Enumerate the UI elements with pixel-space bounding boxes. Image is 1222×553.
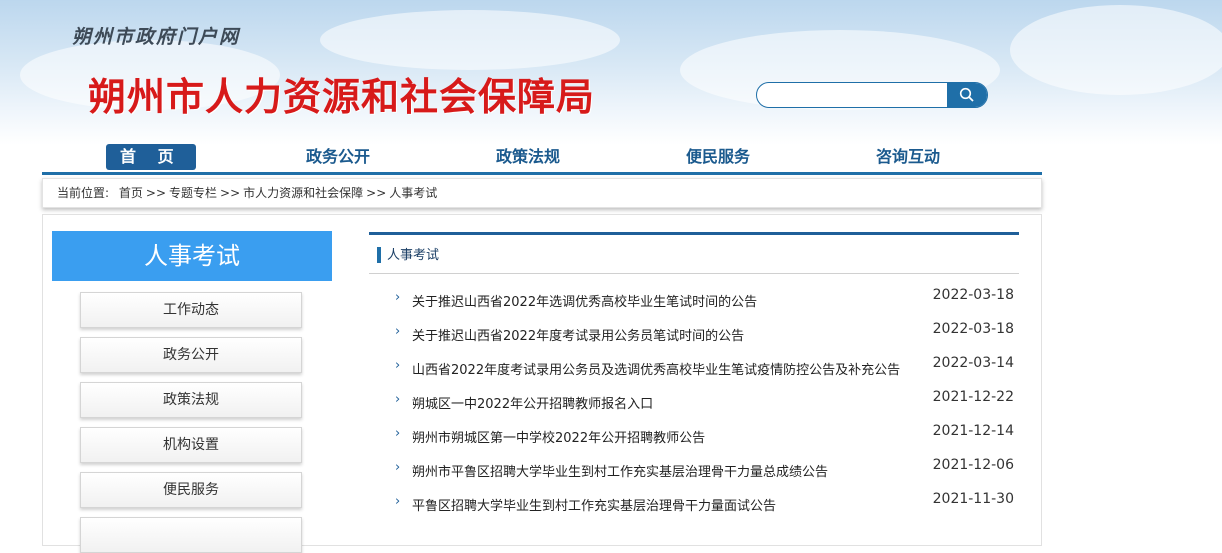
list-item-title[interactable]: 山西省2022年度考试录用公务员及选调优秀高校毕业生笔试疫情防控公告及补充公告 xyxy=(412,359,900,378)
list-item[interactable]: › 山西省2022年度考试录用公务员及选调优秀高校毕业生笔试疫情防控公告及补充公… xyxy=(395,355,1020,380)
search-input[interactable] xyxy=(757,83,965,107)
list-item-date: 2021-12-22 xyxy=(932,389,1014,405)
list-item-title[interactable]: 平鲁区招聘大学毕业生到村工作充实基层治理骨干力量面试公告 xyxy=(412,495,776,514)
nav-consultation[interactable]: 咨询互动 xyxy=(876,144,940,170)
sidebar-title: 人事考试 xyxy=(52,231,332,281)
sidebar-item-organization[interactable]: 机构设置 xyxy=(80,427,302,463)
breadcrumb-separator: >> xyxy=(366,186,387,200)
list-item-date: 2021-12-14 xyxy=(932,423,1014,439)
list-item[interactable]: › 朔州市平鲁区招聘大学毕业生到村工作充实基层治理骨干力量总成绩公告 2021-… xyxy=(395,457,1020,482)
sidebar-item-government-affairs[interactable]: 政务公开 xyxy=(80,337,302,373)
list-item-title[interactable]: 朔州市朔城区第一中学校2022年公开招聘教师公告 xyxy=(412,427,705,446)
chevron-right-icon: › xyxy=(395,460,401,475)
list-item-date: 2021-11-30 xyxy=(932,491,1014,507)
breadcrumb-item[interactable]: 专题专栏 xyxy=(169,179,217,207)
site-logo-title[interactable]: 朔州市人力资源和社会保障局 xyxy=(88,66,595,121)
list-item-date: 2021-12-06 xyxy=(932,457,1014,473)
sidebar-item-more[interactable] xyxy=(80,517,302,553)
header-banner: 朔州市政府门户网 朔州市人力资源和社会保障局 xyxy=(0,0,1222,145)
breadcrumb-item[interactable]: 市人力资源和社会保障 xyxy=(243,179,363,207)
search-icon xyxy=(959,87,974,102)
breadcrumb-separator: >> xyxy=(145,186,166,200)
portal-name[interactable]: 朔州市政府门户网 xyxy=(72,22,240,49)
list-heading: 人事考试 xyxy=(387,248,440,263)
search-button[interactable] xyxy=(947,83,987,107)
chevron-right-icon: › xyxy=(395,426,401,441)
heading-marker xyxy=(377,247,381,263)
list-item-title[interactable]: 朔城区一中2022年公开招聘教师报名入口 xyxy=(412,393,653,412)
breadcrumb-item[interactable]: 首页 xyxy=(119,179,143,207)
nav-policies[interactable]: 政策法规 xyxy=(496,144,560,170)
breadcrumb: 当前位置: 首页 >> 专题专栏 >> 市人力资源和社会保障 >> 人事考试 xyxy=(42,178,1042,208)
breadcrumb-prefix: 当前位置: xyxy=(57,186,110,200)
list-item-date: 2022-03-18 xyxy=(932,287,1014,303)
sidebar-item-policies[interactable]: 政策法规 xyxy=(80,382,302,418)
search-box xyxy=(756,82,988,108)
main-nav: 首 页 政务公开 政策法规 便民服务 咨询互动 xyxy=(42,140,1042,175)
list-item-title[interactable]: 朔州市平鲁区招聘大学毕业生到村工作充实基层治理骨干力量总成绩公告 xyxy=(412,461,828,480)
nav-services[interactable]: 便民服务 xyxy=(686,144,750,170)
list-item-date: 2022-03-14 xyxy=(932,355,1014,371)
list-item[interactable]: › 朔城区一中2022年公开招聘教师报名入口 2021-12-22 xyxy=(395,389,1020,414)
chevron-right-icon: › xyxy=(395,358,401,373)
list-item[interactable]: › 关于推迟山西省2022年选调优秀高校毕业生笔试时间的公告 2022-03-1… xyxy=(395,287,1020,312)
sidebar-item-services[interactable]: 便民服务 xyxy=(80,472,302,508)
list-header: 人事考试 xyxy=(369,232,1019,274)
breadcrumb-item[interactable]: 人事考试 xyxy=(389,179,437,207)
list-item-date: 2022-03-18 xyxy=(932,321,1014,337)
list-item-title[interactable]: 关于推迟山西省2022年度考试录用公务员笔试时间的公告 xyxy=(412,325,744,344)
chevron-right-icon: › xyxy=(395,494,401,509)
chevron-right-icon: › xyxy=(395,392,401,407)
nav-government-affairs[interactable]: 政务公开 xyxy=(306,144,370,170)
sidebar-item-work-news[interactable]: 工作动态 xyxy=(80,292,302,328)
cloud-decoration xyxy=(320,10,620,70)
chevron-right-icon: › xyxy=(395,324,401,339)
list-item[interactable]: › 关于推迟山西省2022年度考试录用公务员笔试时间的公告 2022-03-18 xyxy=(395,321,1020,346)
breadcrumb-separator: >> xyxy=(220,186,241,200)
list-item[interactable]: › 朔州市朔城区第一中学校2022年公开招聘教师公告 2021-12-14 xyxy=(395,423,1020,448)
chevron-right-icon: › xyxy=(395,290,401,305)
nav-home[interactable]: 首 页 xyxy=(106,144,196,170)
cloud-decoration xyxy=(1010,5,1222,95)
list-item-title[interactable]: 关于推迟山西省2022年选调优秀高校毕业生笔试时间的公告 xyxy=(412,291,757,310)
list-item[interactable]: › 平鲁区招聘大学毕业生到村工作充实基层治理骨干力量面试公告 2021-11-3… xyxy=(395,491,1020,516)
